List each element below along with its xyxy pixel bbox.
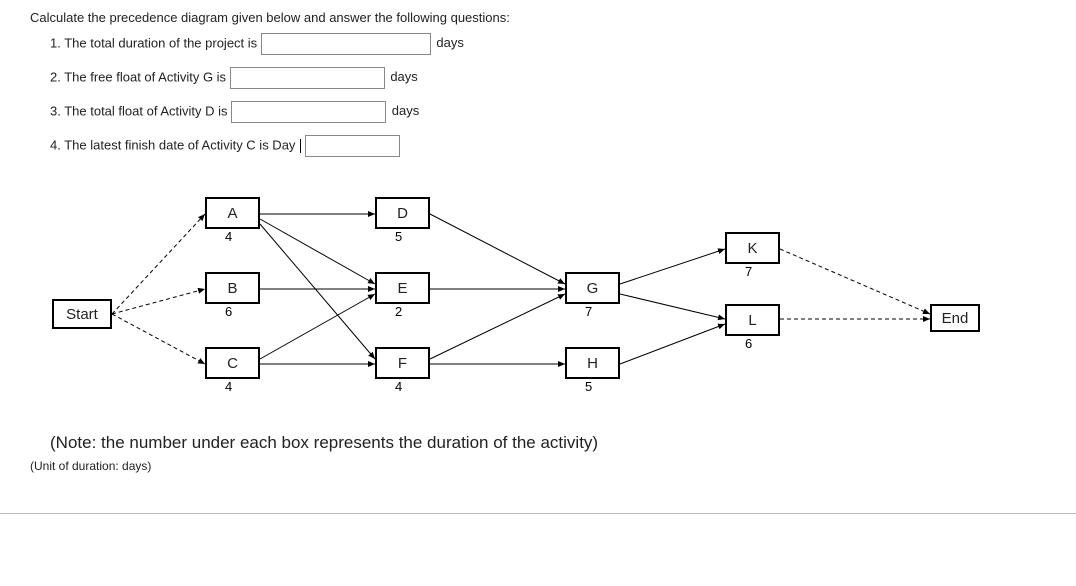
- question-4: 4. The latest finish date of Activity C …: [50, 135, 1046, 157]
- question-1: 1. The total duration of the project is …: [50, 33, 1046, 55]
- q2-input[interactable]: [230, 67, 385, 89]
- unit-note: (Unit of duration: days): [30, 459, 1046, 473]
- q3-lead: 3. The total float of Activity D is: [50, 103, 228, 118]
- node-l: L: [725, 304, 780, 336]
- node-b: B: [205, 272, 260, 304]
- question-list: 1. The total duration of the project is …: [50, 33, 1046, 157]
- q2-tail: days: [390, 69, 417, 84]
- q4-lead: 4. The latest finish date of Activity C …: [50, 137, 295, 152]
- dur-k: 7: [745, 264, 752, 279]
- dur-g: 7: [585, 304, 592, 319]
- node-e: E: [375, 272, 430, 304]
- dur-l: 6: [745, 336, 752, 351]
- text-cursor: [300, 139, 301, 153]
- q3-tail: days: [392, 103, 419, 118]
- node-start: Start: [52, 299, 112, 329]
- node-f: F: [375, 347, 430, 379]
- dur-b: 6: [225, 304, 232, 319]
- dur-f: 4: [395, 379, 402, 394]
- dur-d: 5: [395, 229, 402, 244]
- question-2: 2. The free float of Activity G is days: [50, 67, 1046, 89]
- dur-e: 2: [395, 304, 402, 319]
- question-3: 3. The total float of Activity D is days: [50, 101, 1046, 123]
- node-a: A: [205, 197, 260, 229]
- node-end: End: [930, 304, 980, 332]
- q1-input[interactable]: [261, 33, 431, 55]
- q4-input[interactable]: [305, 135, 400, 157]
- node-k: K: [725, 232, 780, 264]
- precedence-diagram: Start A 4 B 6 C 4 D 5 E 2 F 4 G 7 H 5 K …: [50, 169, 1010, 419]
- separator: [0, 513, 1076, 514]
- q2-lead: 2. The free float of Activity G is: [50, 69, 226, 84]
- dur-h: 5: [585, 379, 592, 394]
- node-c: C: [205, 347, 260, 379]
- node-h: H: [565, 347, 620, 379]
- diagram-edges: [50, 169, 1010, 419]
- q3-input[interactable]: [231, 101, 386, 123]
- intro-text: Calculate the precedence diagram given b…: [30, 10, 1046, 25]
- diagram-note: (Note: the number under each box represe…: [50, 433, 1046, 453]
- node-g: G: [565, 272, 620, 304]
- dur-c: 4: [225, 379, 232, 394]
- q1-tail: days: [436, 35, 463, 50]
- q1-lead: 1. The total duration of the project is: [50, 35, 257, 50]
- node-d: D: [375, 197, 430, 229]
- dur-a: 4: [225, 229, 232, 244]
